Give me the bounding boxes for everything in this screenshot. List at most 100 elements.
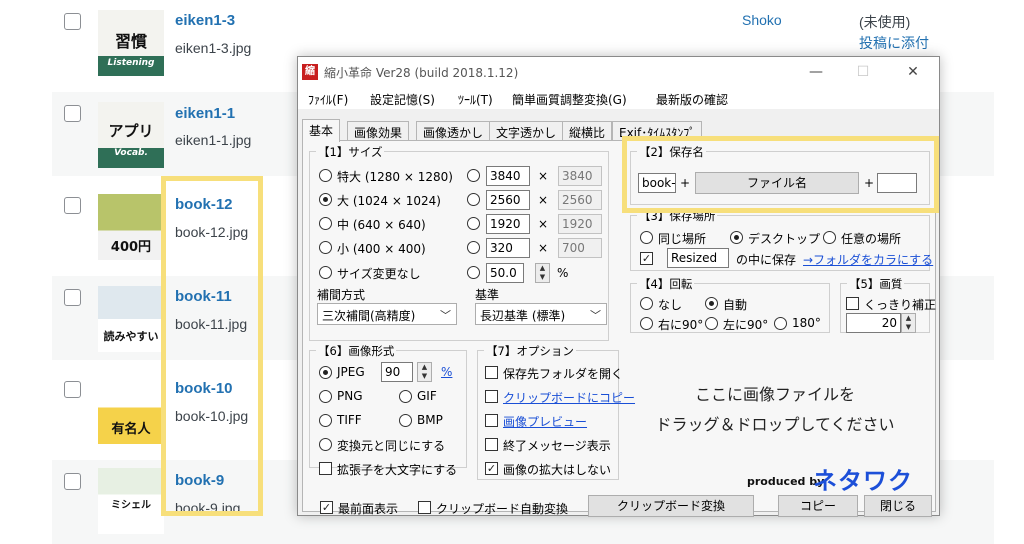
bottom-bar: ✓ 最前面表示 クリップボード自動変換 クリップボード変換 コピー 閉じる — [298, 489, 939, 517]
quality-field[interactable]: 20 — [846, 313, 901, 333]
title-bar[interactable]: 縮 縮小革命 Ver28 (build 2018.1.12) — ☐ ✕ — [298, 57, 939, 87]
width-field-medium[interactable]: 1920 — [486, 214, 530, 234]
end-message-checkbox[interactable] — [485, 438, 498, 451]
percent-field[interactable]: 50.0 — [486, 263, 524, 283]
auto-clipboard-checkbox[interactable] — [418, 501, 431, 514]
attach-to-post-link[interactable]: 投稿に添付 — [859, 33, 929, 53]
width-field-large[interactable]: 2560 — [486, 190, 530, 210]
media-title[interactable]: eiken1-1 — [175, 105, 235, 122]
percent-radio[interactable] — [467, 266, 480, 279]
tab-text-watermark[interactable]: 文字透かし — [489, 121, 564, 141]
empty-folder-link[interactable]: →フォルダをカラにする — [803, 251, 933, 268]
close-icon[interactable]: ✕ — [898, 61, 928, 83]
percent-spinner[interactable]: ▲ ▼ — [535, 263, 550, 283]
clipboard-copy-link[interactable]: クリップボードにコピー — [503, 389, 635, 406]
jpeg-percent-link[interactable]: % — [441, 365, 452, 379]
height-field-xl: 3840 — [558, 166, 602, 186]
thumbnail-book-12[interactable]: 400円 — [98, 194, 164, 260]
same-format-radio[interactable] — [319, 438, 332, 451]
topmost-checkbox[interactable]: ✓ — [320, 501, 333, 514]
thumbnail-book-10[interactable]: 有名人 — [98, 378, 164, 444]
menu-easy-convert[interactable]: 簡単画質調整変換(G) — [512, 91, 627, 108]
tab-image-effects[interactable]: 画像効果 — [347, 121, 410, 141]
rotate-auto-radio[interactable] — [705, 297, 718, 310]
menu-tools[interactable]: ﾂｰﾙ(T) — [458, 91, 493, 108]
thumbnail-book-9[interactable]: ミシェル — [98, 468, 164, 534]
jpeg-radio[interactable] — [319, 366, 332, 379]
thumb-text: 習慣 — [114, 32, 147, 51]
size-xl-radio[interactable] — [319, 169, 332, 182]
png-radio[interactable] — [319, 390, 332, 403]
tiff-radio[interactable] — [319, 414, 332, 427]
size-xl-label: 特大 (1280 × 1280) — [337, 170, 453, 184]
rotate-180-radio[interactable] — [774, 317, 787, 330]
preview-link[interactable]: 画像プレビュー — [503, 413, 587, 430]
thumb-text: 有名人 — [111, 422, 151, 437]
row-checkbox[interactable] — [64, 473, 81, 490]
same-format-label: 変換元と同じにする — [337, 439, 446, 453]
no-resize-radio[interactable] — [319, 266, 332, 279]
size-small-radio[interactable] — [319, 241, 332, 254]
media-title[interactable]: eiken1-3 — [175, 12, 235, 29]
no-enlarge-checkbox[interactable]: ✓ — [485, 462, 498, 475]
quality-value: 20 — [881, 316, 897, 330]
thumbnail-eiken1-3[interactable]: 習慣 Listening — [98, 10, 164, 76]
interp-select[interactable]: 三次補間(高精度) ﹀ — [317, 303, 457, 325]
basis-select[interactable]: 長辺基準 (標準) ﹀ — [475, 303, 607, 325]
drop-zone-line1[interactable]: ここに画像ファイルを — [625, 381, 925, 405]
clipboard-convert-button[interactable]: クリップボード変換 — [588, 495, 754, 517]
open-folder-checkbox[interactable] — [485, 366, 498, 379]
rotate-right-radio[interactable] — [640, 317, 653, 330]
custom-small-radio[interactable] — [467, 241, 480, 254]
thumbnail-eiken1-1[interactable]: アプリ Vocab. — [98, 102, 164, 168]
size-medium-radio[interactable] — [319, 217, 332, 230]
rotate-left-radio[interactable] — [705, 317, 718, 330]
sharpen-checkbox[interactable] — [846, 297, 859, 310]
custom-xl-radio[interactable] — [467, 169, 480, 182]
clipboard-copy-checkbox[interactable] — [485, 390, 498, 403]
row-checkbox[interactable] — [64, 197, 81, 214]
size-large-radio[interactable] — [319, 193, 332, 206]
custom-medium-radio[interactable] — [467, 217, 480, 230]
row-checkbox[interactable] — [64, 13, 81, 30]
highlight-filenames — [161, 176, 263, 516]
gif-radio[interactable] — [399, 390, 412, 403]
any-location-radio[interactable] — [823, 231, 836, 244]
basis-label: 基準 — [475, 288, 500, 302]
rotate-none-radio[interactable] — [640, 297, 653, 310]
copy-button[interactable]: コピー — [778, 495, 858, 517]
row-checkbox[interactable] — [64, 381, 81, 398]
width-field-xl[interactable]: 3840 — [486, 166, 530, 186]
quality-spinner[interactable]: ▲ ▼ — [901, 313, 916, 333]
subfolder-checkbox[interactable]: ✓ — [640, 252, 653, 265]
jpeg-quality-spinner[interactable]: ▲ ▼ — [417, 362, 432, 382]
jpeg-quality-field[interactable]: 90 — [381, 362, 413, 382]
tab-image-watermark[interactable]: 画像透かし — [416, 121, 491, 141]
same-location-radio[interactable] — [640, 231, 653, 244]
media-author[interactable]: Shoko — [742, 12, 782, 28]
uppercase-ext-checkbox[interactable] — [319, 462, 332, 475]
row-checkbox[interactable] — [64, 289, 81, 306]
menu-settings[interactable]: 設定記憶(S) — [370, 91, 435, 108]
tab-basic[interactable]: 基本 — [302, 119, 341, 142]
shukushou-kakumei-window[interactable]: 縮 縮小革命 Ver28 (build 2018.1.12) — ☐ ✕ ﾌｧｲ… — [297, 56, 940, 517]
height-field-medium: 1920 — [558, 214, 602, 234]
basis-value: 長辺基準 (標準) — [480, 309, 566, 323]
desktop-radio[interactable] — [730, 231, 743, 244]
thumbnail-book-11[interactable]: 読みやすい — [98, 286, 164, 352]
row-checkbox[interactable] — [64, 105, 81, 122]
close-button[interactable]: 閉じる — [864, 495, 932, 517]
media-filename: eiken1-1.jpg — [175, 132, 252, 148]
minimize-icon[interactable]: — — [801, 61, 831, 83]
subfolder-name-field[interactable]: Resized — [667, 248, 729, 268]
thumb-text: アプリ — [108, 122, 154, 140]
bmp-radio[interactable] — [399, 414, 412, 427]
height-field-small: 700 — [558, 238, 602, 258]
preview-checkbox[interactable] — [485, 414, 498, 427]
menu-file[interactable]: ﾌｧｲﾙ(F) — [308, 91, 348, 108]
drop-zone-line2[interactable]: ドラッグ＆ドロップしてください — [625, 411, 925, 435]
tab-aspect-ratio[interactable]: 縦横比 — [562, 121, 613, 141]
custom-large-radio[interactable] — [467, 193, 480, 206]
menu-check-update[interactable]: 最新版の確認 — [656, 91, 728, 108]
width-field-small[interactable]: 320 — [486, 238, 530, 258]
